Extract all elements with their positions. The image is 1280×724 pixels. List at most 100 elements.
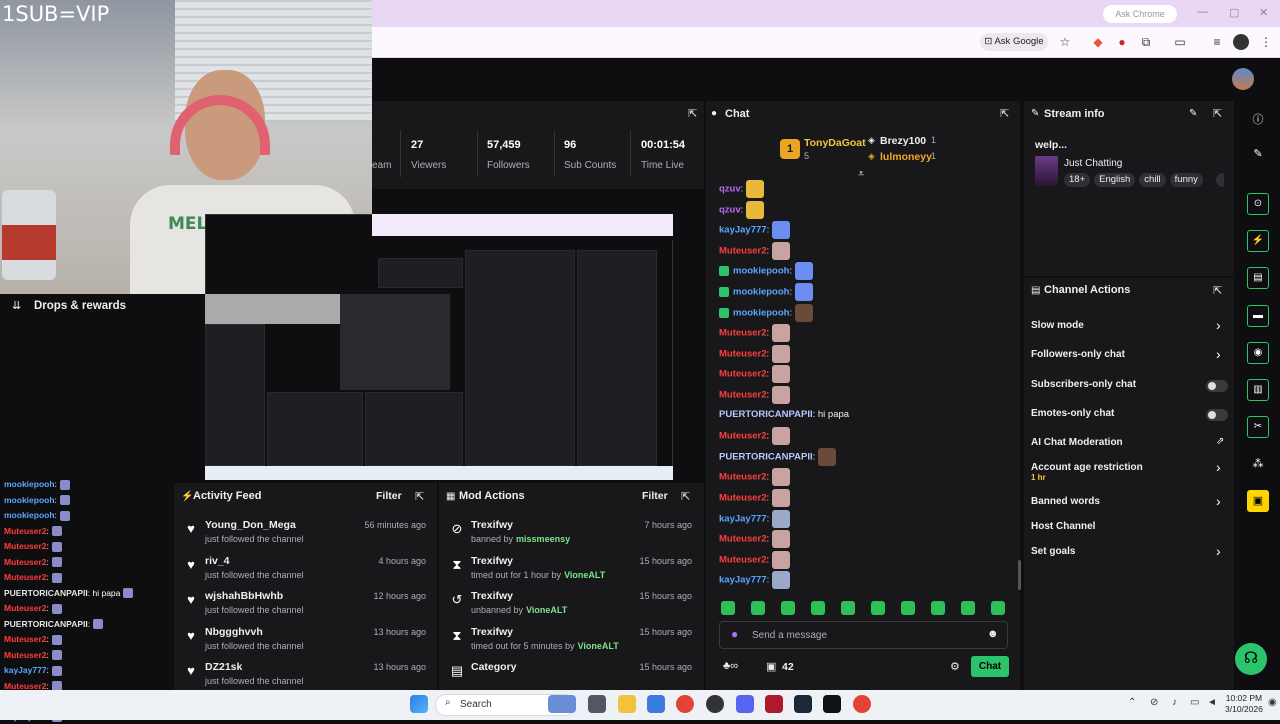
acrobat-icon[interactable] (765, 695, 783, 713)
task-view-icon[interactable] (588, 695, 606, 713)
chat-username[interactable]: mookiepooh (733, 307, 789, 318)
category-boxart[interactable] (1035, 156, 1058, 186)
chat-username[interactable]: mookiepooh (4, 495, 55, 505)
microphone-icon[interactable]: ● (731, 627, 738, 641)
support-headset-icon[interactable]: ☊ (1235, 643, 1267, 675)
edit-pencil-icon[interactable]: ✎ (1250, 147, 1266, 163)
leader-2-name[interactable]: Brezy100 (880, 135, 926, 147)
chrome-icon[interactable] (676, 695, 694, 713)
chat-username[interactable]: Muteuser2 (719, 390, 767, 401)
tag[interactable]: chill (1139, 173, 1166, 187)
chat-username[interactable]: Muteuser2 (719, 431, 767, 442)
popout-icon[interactable]: ⇱ (1213, 284, 1222, 297)
chat-username[interactable]: PUERTORICANPAPII (4, 619, 88, 629)
chat-username[interactable]: mookiepooh (733, 266, 789, 277)
taskbar-clock[interactable]: 10:02 PM 3/10/2026 (1225, 693, 1263, 715)
emote-icon[interactable] (871, 601, 885, 615)
chat-username[interactable]: qzuv (719, 204, 741, 215)
emoji-picker-icon[interactable]: ☻ (987, 628, 999, 640)
chat-username[interactable]: Muteuser2 (4, 541, 47, 551)
chat-username[interactable]: Muteuser2 (719, 369, 767, 380)
chat-username[interactable]: kayJay777 (719, 513, 767, 524)
extensions-icon[interactable]: ⁂ (1250, 457, 1266, 473)
channel-action-banned-words[interactable]: Banned words (1031, 496, 1100, 507)
toggle-switch[interactable] (1206, 409, 1228, 421)
toggle-switch[interactable] (1206, 380, 1228, 392)
emote-icon[interactable] (811, 601, 825, 615)
windows-start-icon[interactable] (410, 695, 428, 713)
extension-badge-icon[interactable]: ● (1114, 34, 1130, 50)
discord-icon[interactable] (736, 695, 754, 713)
profile-icon[interactable] (1233, 34, 1249, 50)
chat-username[interactable]: Muteuser2 (4, 681, 47, 691)
channel-action-host-channel[interactable]: Host Channel (1031, 521, 1095, 532)
close-icon[interactable]: ✕ (1259, 6, 1268, 19)
extension-button[interactable]: ▣ (1247, 490, 1269, 512)
network-icon[interactable]: ▭ (1190, 697, 1199, 708)
chat-username[interactable]: qzuv (719, 184, 741, 195)
external-link-icon[interactable]: ⇗ (1216, 436, 1224, 447)
popout-icon[interactable]: ⇱ (1213, 107, 1222, 120)
popout-icon[interactable]: ⇱ (1000, 107, 1009, 120)
chat-username[interactable]: Muteuser2 (719, 472, 767, 483)
emote-icon[interactable] (751, 601, 765, 615)
bits-icon[interactable]: ♣∞ (723, 660, 738, 672)
chat-username[interactable]: Muteuser2 (4, 603, 47, 613)
chat-username[interactable]: Muteuser2 (719, 348, 767, 359)
emote-icon[interactable] (931, 601, 945, 615)
volume-icon[interactable]: ◄ (1207, 697, 1217, 708)
file-explorer-icon[interactable] (618, 695, 636, 713)
leader-name[interactable]: TonyDaGoat (804, 137, 866, 149)
maximize-icon[interactable]: ▢ (1229, 6, 1239, 19)
channel-action-emotes-only-chat[interactable]: Emotes-only chat (1031, 408, 1114, 419)
clip-button[interactable]: ⊙ (1247, 193, 1269, 215)
activity-filter-button[interactable]: Filter (376, 490, 402, 502)
mod-moderator-name[interactable]: missmeensy (516, 534, 570, 544)
menu-kebab-icon[interactable]: ⋮ (1258, 34, 1274, 50)
mod-target-name[interactable]: Trexifwy (471, 590, 513, 602)
drops-title[interactable]: Drops & rewards (34, 300, 126, 312)
mod-target-name[interactable]: Category (471, 661, 517, 673)
feed-username[interactable]: DZ21sk (205, 661, 242, 673)
extensions-puzzle-icon[interactable]: ⧉ (1138, 34, 1154, 50)
chevron-right-icon[interactable]: › (1216, 317, 1221, 333)
cast-icon[interactable]: ▭ (1172, 34, 1188, 50)
mod-filter-button[interactable]: Filter (642, 490, 668, 502)
tray-hidden-icon[interactable]: ⊘ (1150, 697, 1158, 708)
chat-username[interactable]: kayJay777 (4, 665, 47, 675)
reading-list-icon[interactable]: ≡ (1209, 34, 1225, 50)
collapse-icon[interactable]: ⩡ (858, 168, 864, 181)
mod-moderator-name[interactable]: VioneALT (526, 605, 567, 615)
chrome-active-icon[interactable] (853, 695, 871, 713)
chevron-right-icon[interactable]: › (1216, 346, 1221, 362)
chevron-right-icon[interactable]: › (1216, 543, 1221, 559)
copilot-icon[interactable] (548, 695, 576, 713)
emote-bar[interactable] (721, 601, 1011, 617)
chat-username[interactable]: mookiepooh (4, 510, 55, 520)
obs-icon[interactable] (706, 695, 724, 713)
chat-username[interactable]: Muteuser2 (719, 328, 767, 339)
minimize-icon[interactable]: — (1197, 6, 1208, 18)
emote-icon[interactable] (841, 601, 855, 615)
emote-icon[interactable] (991, 601, 1005, 615)
channel-action-followers-only-chat[interactable]: Followers-only chat (1031, 349, 1125, 360)
steam-icon[interactable] (794, 695, 812, 713)
layout-button[interactable]: ▥ (1247, 379, 1269, 401)
chat-username[interactable]: Muteuser2 (4, 634, 47, 644)
mod-target-name[interactable]: Trexifwy (471, 555, 513, 567)
chevron-right-icon[interactable]: › (1216, 493, 1221, 509)
emote-icon[interactable] (901, 601, 915, 615)
chat-username[interactable]: Muteuser2 (4, 572, 47, 582)
tray-mic-icon[interactable]: ♪ (1172, 697, 1177, 708)
chat-username[interactable]: kayJay777 (719, 575, 767, 586)
chat-username[interactable]: mookiepooh (4, 479, 55, 489)
channel-action-subscribers-only-chat[interactable]: Subscribers-only chat (1031, 379, 1136, 390)
chat-username[interactable]: Muteuser2 (719, 493, 767, 504)
chat-username[interactable]: PUERTORICANPAPII (4, 588, 88, 598)
tag[interactable]: funny (1169, 173, 1203, 187)
tray-chevron-icon[interactable]: ⌃ (1128, 697, 1136, 708)
chat-username[interactable]: Muteuser2 (4, 557, 47, 567)
emote-icon[interactable] (721, 601, 735, 615)
feed-username[interactable]: wjshahBbHwhb (205, 590, 283, 602)
chat-username[interactable]: Muteuser2 (4, 650, 47, 660)
